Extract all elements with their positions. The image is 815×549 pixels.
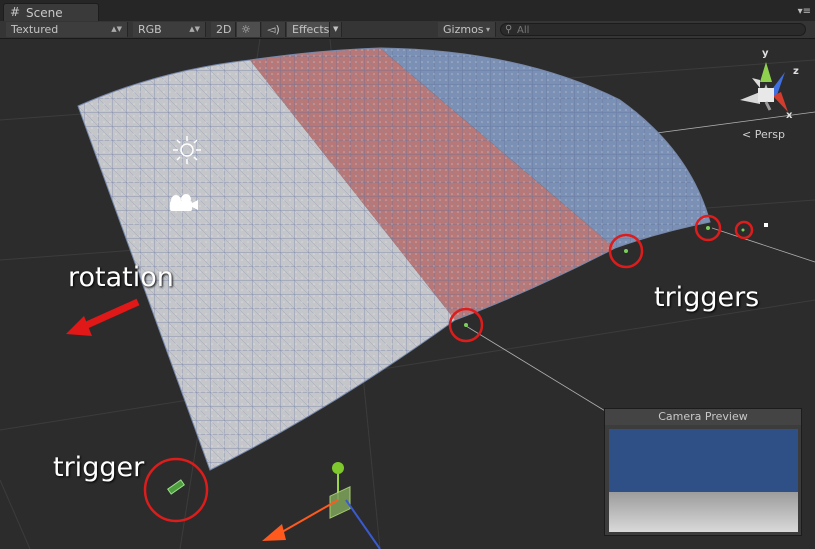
speaker-icon: ◅) bbox=[267, 23, 280, 36]
orientation-gizmo bbox=[740, 62, 788, 112]
annotation-rotation: rotation bbox=[68, 262, 174, 293]
chevron-down-icon: ▲▼ bbox=[189, 25, 200, 33]
scene-toolbar: Textured ▲▼ RGB ▲▼ 2D ☼ ◅) Effects ▼ Giz… bbox=[0, 21, 815, 39]
draw-mode-dropdown[interactable]: Textured ▲▼ bbox=[6, 22, 128, 37]
gizmos-label: Gizmos bbox=[443, 23, 484, 36]
render-mode-dropdown[interactable]: RGB ▲▼ bbox=[133, 22, 206, 37]
effects-label: Effects bbox=[292, 23, 330, 36]
lighting-toggle[interactable]: ☼ bbox=[237, 22, 261, 37]
search-icon: ⚲ bbox=[505, 24, 513, 35]
camera-preview-ground bbox=[609, 492, 798, 532]
camera-preview-sky bbox=[609, 429, 798, 492]
axis-x-label: x bbox=[786, 110, 793, 121]
chevron-left-icon: < bbox=[742, 128, 752, 141]
chevron-down-icon: ▾ bbox=[485, 25, 490, 34]
projection-label: Persp bbox=[754, 128, 785, 141]
axis-y-label: y bbox=[762, 48, 769, 59]
render-mode-label: RGB bbox=[138, 23, 162, 36]
tab-bar: # Scene ▾≡ bbox=[0, 0, 815, 21]
gizmos-dropdown[interactable]: Gizmos ▾ bbox=[438, 22, 496, 37]
toggle-2d-button[interactable]: 2D bbox=[211, 22, 236, 37]
toggle-2d-label: 2D bbox=[216, 23, 232, 36]
search-input[interactable]: ⚲ All bbox=[500, 23, 806, 36]
annotation-triggers: triggers bbox=[654, 282, 760, 313]
audio-toggle[interactable]: ◅) bbox=[262, 22, 286, 37]
search-placeholder: All bbox=[517, 25, 530, 36]
trigger-collider bbox=[167, 479, 185, 495]
rotation-arrow bbox=[66, 298, 140, 336]
tab-scene-label: Scene bbox=[26, 6, 63, 20]
tab-scene[interactable]: # Scene bbox=[3, 3, 99, 21]
annotation-trigger: trigger bbox=[53, 452, 145, 483]
draw-mode-label: Textured bbox=[11, 23, 59, 36]
effects-dropdown-arrow[interactable]: ▼ bbox=[330, 22, 342, 37]
scene-grid-icon: # bbox=[10, 5, 21, 19]
effects-button[interactable]: Effects bbox=[287, 22, 330, 37]
move-gizmo bbox=[262, 462, 381, 549]
camera-preview-panel: Camera Preview bbox=[604, 408, 802, 536]
sun-icon: ☼ bbox=[241, 23, 251, 36]
projection-toggle[interactable]: < Persp bbox=[742, 128, 785, 141]
camera-preview-title: Camera Preview bbox=[605, 409, 801, 425]
chevron-down-icon: ▼ bbox=[333, 25, 339, 33]
axis-z-label: z bbox=[793, 66, 799, 77]
chevron-down-icon: ▲▼ bbox=[111, 25, 122, 33]
panel-menu-icon[interactable]: ▾≡ bbox=[798, 6, 811, 17]
